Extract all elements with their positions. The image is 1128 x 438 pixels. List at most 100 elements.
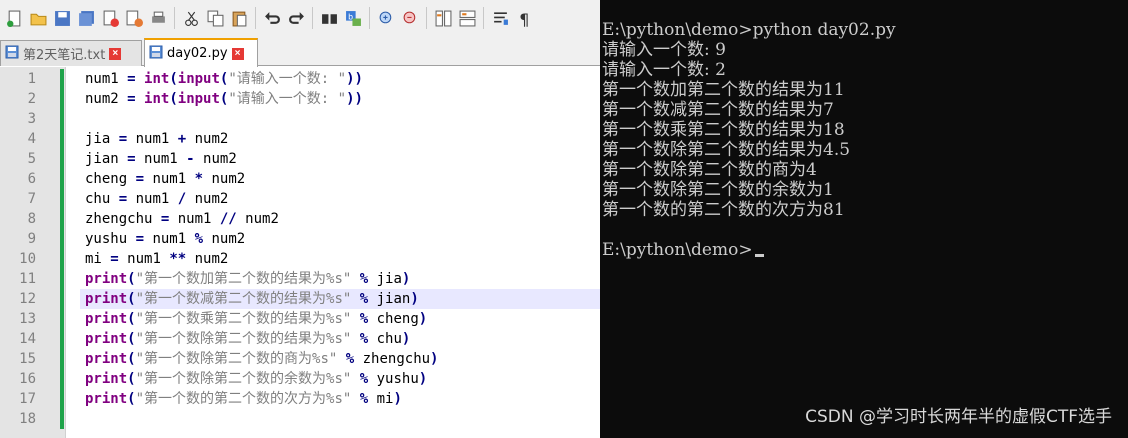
code-token: print [85,391,128,407]
code-line[interactable]: zhengchu = num1 // num2 [85,209,600,229]
code-token: mi [85,251,111,267]
save-button[interactable] [52,8,72,28]
show-all-chars-button[interactable]: ¶ [514,8,534,28]
code-token: = [135,171,145,187]
console-text: E:\python\demo>python day02.py [602,20,896,40]
code-token: ) [393,391,402,407]
find-button[interactable] [319,8,339,28]
code-token: ( [127,391,136,407]
console-text: 第一个数减第二个数的结果为7 [602,100,834,120]
code-line[interactable]: print("第一个数除第二个数的结果为%s" % chu) [85,329,600,349]
console-line: 第一个数的第二个数的次方为81 [602,200,845,220]
console-line: 第一个数减第二个数的结果为7 [602,100,834,120]
code-line[interactable]: jian = num1 - num2 [85,149,600,169]
zoom-out-button[interactable] [400,8,420,28]
toolbar-separator [255,7,256,29]
line-number-gutter: 1 2 3 4 5 6 7 8 9 10 11 12 13 14 15 16 17 18 [0,67,66,438]
code-token: ** [169,251,187,267]
code-line[interactable]: num2 = int(input("请输入一个数: ")) [85,89,600,109]
close-all-button[interactable] [124,8,144,28]
zoom-out-icon [403,11,415,23]
code-line[interactable]: num1 = int(input("请输入一个数: ")) [85,69,600,89]
console-line: 第一个数除第二个数的商为4 [602,160,817,180]
console-line: 第一个数除第二个数的余数为1 [602,180,834,200]
code-line[interactable] [85,409,600,429]
line-number: 17 [19,391,36,407]
code-line[interactable]: jia = num1 + num2 [85,129,600,149]
code-line[interactable]: cheng = num1 * num2 [85,169,600,189]
code-token: % [359,311,369,327]
show-all-chars-icon: ¶ [519,10,529,27]
text-cursor [754,254,764,257]
console-text: 请输入一个数: 2 [602,60,726,80]
line-number: 3 [27,111,36,127]
code-token: ( [127,311,136,327]
code-line[interactable]: print("第一个数的第二个数的次方为%s" % mi) [85,389,600,409]
console-text: 第一个数除第二个数的余数为1 [602,180,834,200]
code-token: chu [368,331,402,347]
code-token: ( [169,91,178,107]
zoom-in-button[interactable] [376,8,396,28]
code-token: = [110,251,119,267]
sync-horizontal-button[interactable] [457,8,477,28]
code-line[interactable]: yushu = num1 % num2 [85,229,600,249]
tab-notes-txt[interactable]: 第2天笔记.txt × [0,40,142,66]
code-line[interactable]: print("第一个数除第二个数的商为%s" % zhengchu) [85,349,600,369]
command-prompt-window[interactable]: E:\python\demo>python day02.py 请输入一个数: 9请… [600,0,1128,438]
cut-button[interactable] [181,8,201,28]
code-line[interactable]: chu = num1 / num2 [85,189,600,209]
toolbar-separator [174,7,175,29]
undo-button[interactable] [262,8,282,28]
new-file-button[interactable] [4,8,24,28]
open-folder-button[interactable] [28,8,48,28]
undo-icon [264,11,280,24]
tab-day02-py[interactable]: day02.py × [144,38,258,67]
sync-vertical-button[interactable] [433,8,453,28]
code-token: print [85,351,128,367]
code-line[interactable]: mi = num1 ** num2 [85,249,600,269]
copy-button[interactable] [205,8,225,28]
replace-button[interactable]: b [343,8,363,28]
code-line[interactable]: print("第一个数加第二个数的结果为%s" % jia) [85,269,600,289]
code-line[interactable] [85,109,600,129]
code-editor[interactable]: 1 2 3 4 5 6 7 8 9 10 11 12 13 14 15 16 17 18 num1 = int(i… [0,67,600,438]
toolbar-separator [369,7,370,29]
redo-button[interactable] [286,8,306,28]
save-all-button[interactable] [76,8,96,28]
paste-button[interactable] [229,8,249,28]
find-icon [321,13,337,24]
tab-label: 第2天笔记.txt [23,48,106,63]
close-icon[interactable]: × [231,47,244,60]
code-token: num1 [144,231,195,247]
print-button[interactable] [148,8,168,28]
code-token: = [118,191,128,207]
code-token: jian [85,151,128,167]
line-number: 9 [27,231,36,247]
code-line[interactable]: print("第一个数减第二个数的结果为%s" % jian) [80,289,600,309]
code-token: * [194,171,204,187]
code-token: + [177,131,187,147]
code-token: zhengchu [354,351,431,367]
code-token: num2 [186,251,229,267]
code-token: int [144,71,170,87]
code-line[interactable]: print("第一个数乘第二个数的结果为%s" % cheng) [85,309,600,329]
code-token: )) [346,91,363,107]
code-token: print [85,311,128,327]
word-wrap-button[interactable] [490,8,510,28]
code-token: % [359,331,369,347]
redo-icon [288,11,304,24]
code-token: ) [430,351,439,367]
code-token: "第一个数的第二个数的次方为%s" [135,391,352,407]
code-token: "第一个数乘第二个数的结果为%s" [135,311,352,327]
code-token: num2 [203,231,246,247]
copy-icon [207,10,223,26]
code-token: num2 [236,211,279,227]
code-token: print [85,331,128,347]
code-token: ) [401,271,411,287]
close-icon[interactable]: × [109,47,122,60]
line-number: 10 [19,251,36,267]
close-button[interactable] [100,8,120,28]
code-line[interactable]: print("第一个数除第二个数的余数为%s" % yushu) [85,369,600,389]
